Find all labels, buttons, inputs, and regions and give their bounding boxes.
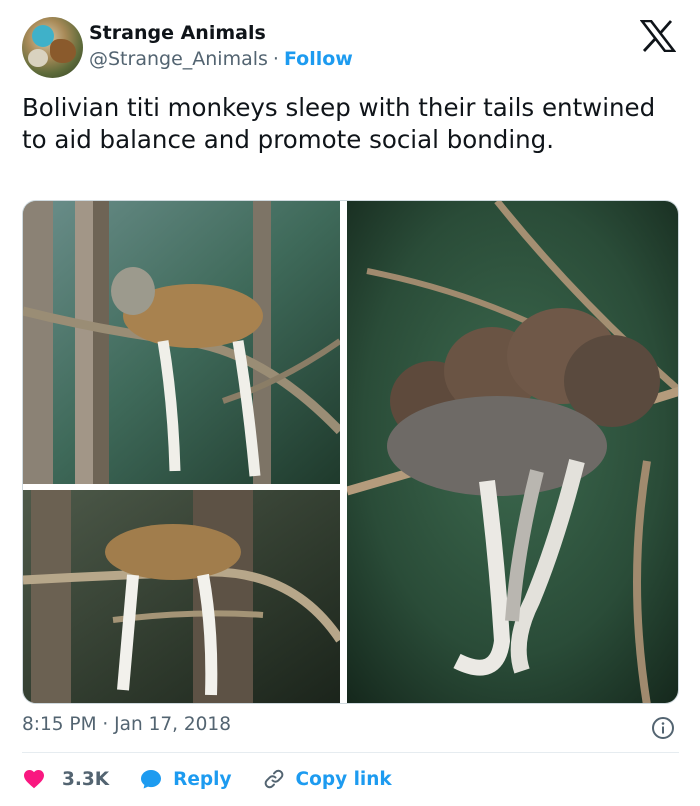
photo-monkey-on-branch-side-view[interactable]	[23, 201, 340, 484]
reply-label: Reply	[173, 768, 232, 790]
media-grid[interactable]	[22, 200, 679, 704]
avatar-shape	[28, 49, 48, 67]
author-display-name[interactable]: Strange Animals	[89, 22, 266, 44]
avatar-shape	[50, 39, 76, 63]
reply-button[interactable]: Reply	[139, 767, 261, 791]
action-bar: 3.3K Reply Copy link	[22, 764, 392, 794]
author-handle-line: @Strange_Animals · Follow	[89, 48, 353, 70]
reply-icon	[141, 770, 162, 789]
copy-link-button[interactable]: Copy link	[262, 767, 392, 791]
follow-button[interactable]: Follow	[284, 48, 353, 70]
copy-link-label: Copy link	[295, 768, 392, 790]
divider	[22, 752, 679, 753]
photo-monkeys-huddled-tails-entwined[interactable]	[347, 201, 678, 703]
x-logo-icon[interactable]	[640, 20, 676, 52]
heart-icon	[24, 770, 44, 789]
photo-monkey-on-branch-back-view[interactable]	[23, 490, 340, 703]
like-button[interactable]: 3.3K	[22, 767, 139, 791]
tweet-text: Bolivian titi monkeys sleep with their t…	[22, 93, 656, 154]
link-icon	[264, 769, 283, 789]
separator-dot: ·	[272, 48, 279, 70]
info-icon[interactable]	[651, 716, 675, 740]
author-handle[interactable]: @Strange_Animals	[89, 48, 268, 70]
tweet-timestamp[interactable]: 8:15 PM · Jan 17, 2018	[22, 714, 231, 735]
avatar[interactable]	[22, 17, 83, 78]
like-count: 3.3K	[62, 768, 110, 790]
